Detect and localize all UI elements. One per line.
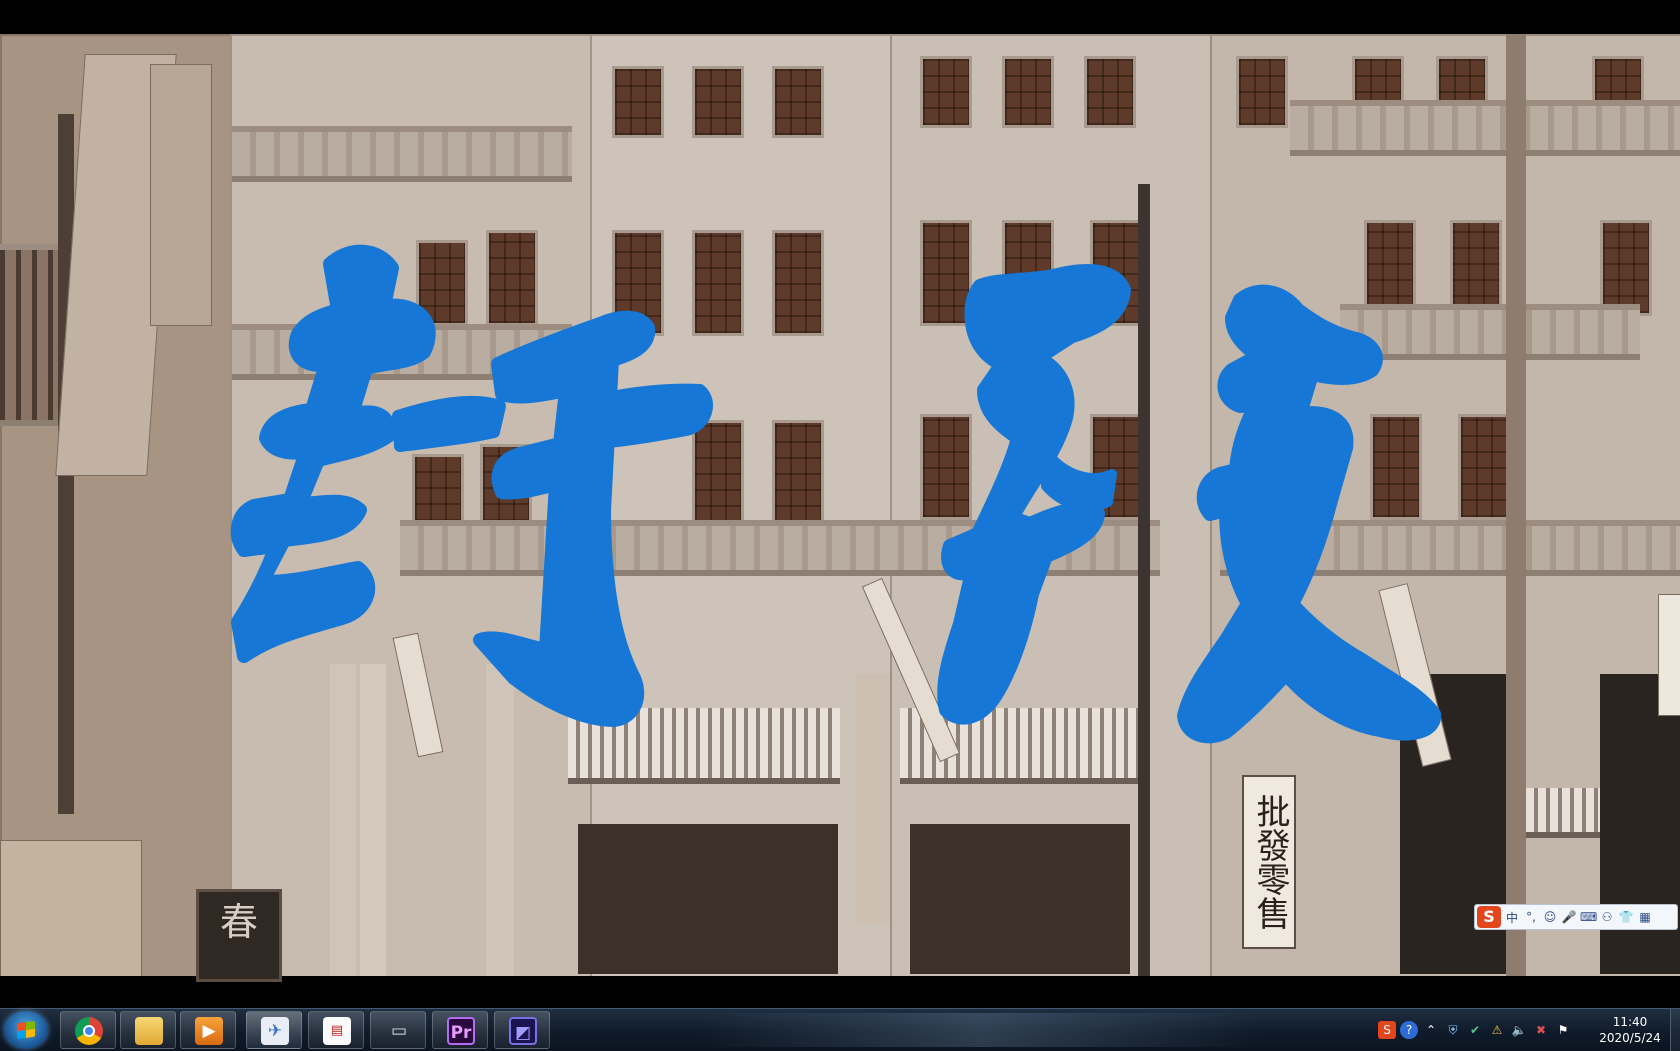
overlay-title-char-2 [937,264,1441,744]
ime-toolbar[interactable]: S 中 °, ☺ 🎤 ⌨ ⚇ 👕 ▦ [1474,904,1678,930]
skin-icon[interactable]: 👕 [1618,910,1634,924]
shield-icon[interactable]: ⛨ [1444,1021,1462,1039]
video-call-icon: ▭ [390,1021,408,1041]
media-player-icon: ▶ [195,1017,223,1045]
keyboard-icon[interactable]: ⌨ [1580,910,1597,924]
sogou-logo-icon[interactable]: S [1477,906,1501,928]
sogou-tray-icon[interactable]: S [1378,1021,1396,1039]
app-icon: ✈ [261,1017,289,1045]
volume-icon[interactable]: 🔈 [1510,1021,1528,1039]
taskbar-media-encoder[interactable]: ◩ [494,1011,550,1049]
taskbar-premiere[interactable]: Pr [432,1011,488,1049]
chrome-icon [75,1017,103,1045]
overlay-title-char-1 [230,244,714,727]
grid-icon[interactable]: ▦ [1637,910,1653,924]
taskbar-media-player[interactable]: ▶ [180,1011,236,1049]
show-desktop-button[interactable] [1670,1009,1680,1051]
premiere-icon: Pr [447,1017,475,1045]
start-button[interactable] [4,1011,48,1049]
windows-logo-icon [17,1020,35,1040]
taskbar-chrome[interactable] [60,1011,116,1049]
clock[interactable]: 11:40 2020/5/24 [1594,1014,1666,1046]
app-icon-2: ▤ [323,1017,351,1045]
taskbar-app-active[interactable]: ✈ [246,1011,302,1049]
emoji-icon[interactable]: ☺ [1542,910,1558,924]
help-icon[interactable]: ? [1400,1021,1418,1039]
security-icon[interactable]: ✔ [1466,1021,1484,1039]
ime-punctuation-toggle[interactable]: °, [1523,910,1539,924]
media-encoder-icon: ◩ [509,1017,537,1045]
tray-arrow-icon[interactable]: ⌃ [1422,1021,1440,1039]
clock-time: 11:40 [1612,1015,1648,1029]
taskbar-app-2[interactable]: ▤ [308,1011,364,1049]
taskbar-file-explorer[interactable] [120,1011,176,1049]
taskbar-empty-area [700,1013,1260,1047]
ime-mode-toggle[interactable]: 中 [1504,909,1520,926]
taskbar-video-call[interactable]: ▭ [370,1011,426,1049]
microphone-icon[interactable]: 🎤 [1561,910,1577,924]
file-explorer-icon [135,1017,163,1045]
system-tray: S ? ⌃ ⛨ ✔ ⚠ 🔈 ✖ ⚑ [1378,1013,1572,1047]
network-warning-icon[interactable]: ⚠ [1488,1021,1506,1039]
network-icon[interactable]: ✖ [1532,1021,1550,1039]
action-center-icon[interactable]: ⚑ [1554,1021,1572,1039]
overlay-title-calligraphy: 封锁 [230,244,1441,744]
user-icon[interactable]: ⚇ [1599,910,1615,924]
taskbar: ▶ ✈ ▤ ▭ Pr ◩ S ? ⌃ ⛨ ✔ ⚠ 🔈 ✖ ⚑ 11:40 202… [0,1008,1680,1051]
clock-date: 2020/5/24 [1599,1031,1661,1045]
